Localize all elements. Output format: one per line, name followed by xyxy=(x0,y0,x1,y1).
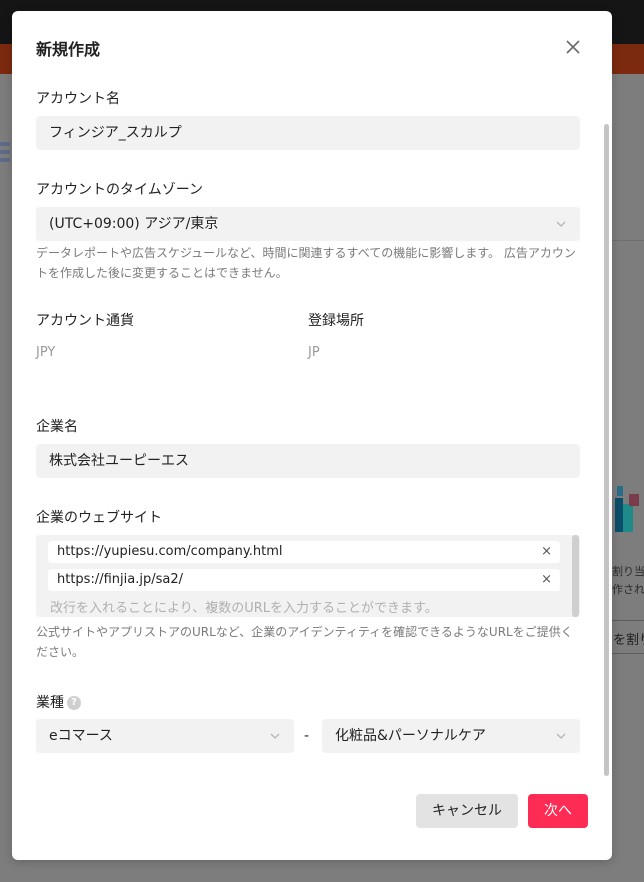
timezone-help-text: データレポートや広告スケジュールなど、時間に関連するすべての機能に影響します。 … xyxy=(36,246,576,280)
industry-label: 業種? xyxy=(36,692,81,712)
create-account-modal: 新規作成 アカウント名 フィンジア_スカルプ アカウントのタイムゾーン (UTC… xyxy=(12,11,612,860)
chevron-down-icon xyxy=(270,733,280,739)
website-placeholder: 改行を入れることにより、複数のURLを入力することができます。 xyxy=(50,601,438,616)
industry-primary-select[interactable]: eコマース xyxy=(36,719,294,753)
modal-scrollbar[interactable] xyxy=(604,124,609,776)
close-icon[interactable] xyxy=(563,37,583,57)
url-tag-text: https://yupiesu.com/company.html xyxy=(57,544,283,559)
location-label: 登録場所 xyxy=(308,313,364,329)
industry-label-text: 業種 xyxy=(36,695,64,711)
background-text-1: 割り当 xyxy=(612,565,644,578)
location-value: JP xyxy=(308,345,320,360)
background-text-2: 作され xyxy=(612,583,644,596)
background-illustration-icon xyxy=(615,486,639,532)
currency-value: JPY xyxy=(36,345,56,360)
remove-url-icon[interactable]: × xyxy=(541,541,552,563)
background-sidebar-icon xyxy=(0,142,10,162)
currency-label: アカウント通貨 xyxy=(36,313,134,329)
website-input[interactable]: https://yupiesu.com/company.html × https… xyxy=(36,535,580,617)
remove-url-icon[interactable]: × xyxy=(541,569,552,591)
url-tag-text: https://finjia.jp/sa2/ xyxy=(57,572,183,587)
industry-secondary-value: 化粧品&パーソナルケア xyxy=(335,728,486,744)
background-divider xyxy=(612,240,644,241)
timezone-value: (UTC+09:00) アジア/東京 xyxy=(49,216,219,232)
url-tag: https://yupiesu.com/company.html × xyxy=(48,541,560,563)
account-name-label: アカウント名 xyxy=(36,91,120,107)
url-tag: https://finjia.jp/sa2/ × xyxy=(48,569,560,591)
website-label: 企業のウェブサイト xyxy=(36,510,162,526)
chevron-down-icon xyxy=(556,221,566,227)
industry-primary-value: eコマース xyxy=(49,728,113,744)
website-scrollbar[interactable] xyxy=(572,535,579,617)
timezone-label: アカウントのタイムゾーン xyxy=(36,182,204,198)
company-name-label: 企業名 xyxy=(36,419,78,435)
cancel-button[interactable]: キャンセル xyxy=(416,794,518,828)
timezone-select[interactable]: (UTC+09:00) アジア/東京 xyxy=(36,207,580,241)
modal-title: 新規作成 xyxy=(36,40,101,59)
chevron-down-icon xyxy=(556,733,566,739)
industry-separator: - xyxy=(304,728,310,744)
company-name-input[interactable]: 株式会社ユーピーエス xyxy=(36,444,580,478)
website-help-text: 公式サイトやアプリストアのURLなど、企業のアイデンティティを確認できるようなU… xyxy=(36,625,573,659)
help-icon[interactable]: ? xyxy=(67,696,81,710)
next-button[interactable]: 次へ xyxy=(528,794,588,828)
industry-secondary-select[interactable]: 化粧品&パーソナルケア xyxy=(322,719,580,753)
account-name-input[interactable]: フィンジア_スカルプ xyxy=(36,116,580,150)
